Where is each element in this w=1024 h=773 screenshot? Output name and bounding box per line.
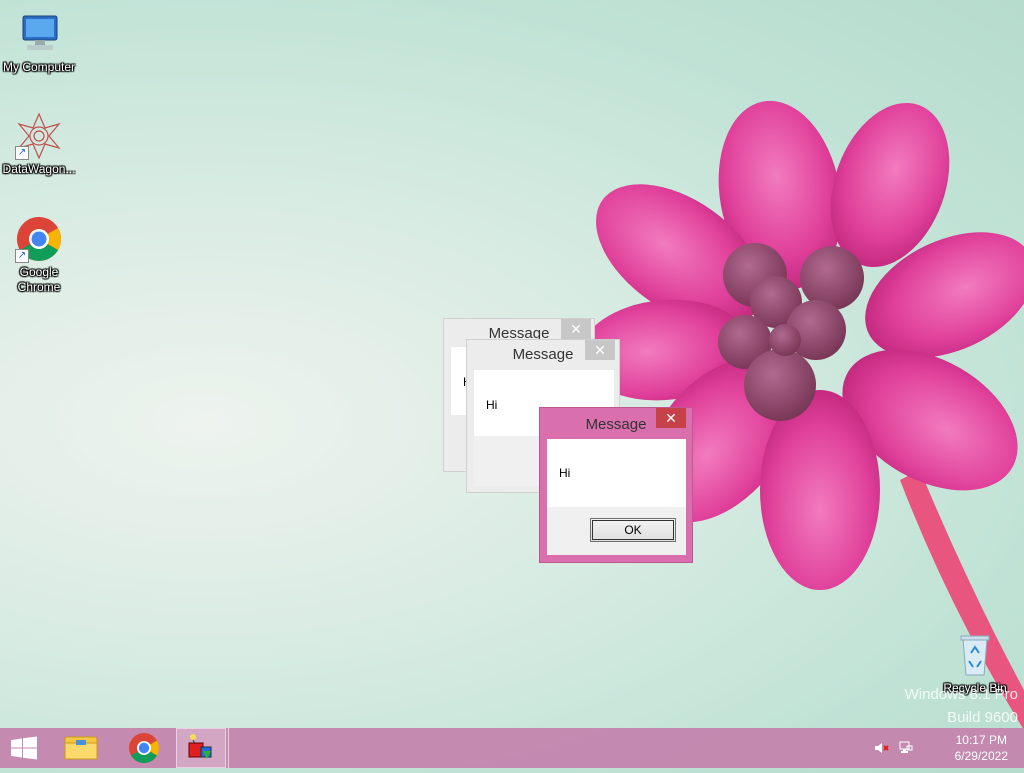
datawagon-icon: ↗ (15, 112, 63, 160)
windows-watermark: Windows 8.1 Pro Build 9600 (904, 686, 1018, 726)
desktop-icon-label: My Computer (2, 60, 76, 74)
close-icon[interactable]: ✕ (585, 340, 615, 360)
dialog-titlebar[interactable]: Message ✕ (540, 408, 692, 436)
taskbar: 10:17 PM 6/29/2022 (0, 728, 1024, 768)
dialog-body: Hi (547, 439, 686, 507)
clock-time: 10:17 PM (955, 733, 1007, 747)
chrome-icon (129, 733, 160, 764)
taskbar-app[interactable] (176, 728, 226, 768)
desktop-icon-label: DataWagon... (2, 162, 76, 176)
message-dialog-3[interactable]: Message ✕ Hi OK (539, 407, 693, 563)
desktop-icon-google-chrome[interactable]: ↗ Google Chrome (0, 215, 79, 295)
dialog-footer: OK (547, 507, 686, 555)
recycle-bin-icon (951, 631, 999, 679)
desktop-icon-datawagon[interactable]: ↗ DataWagon... (0, 112, 79, 177)
taskbar-separator (228, 728, 231, 768)
file-explorer-icon (64, 736, 98, 760)
ok-button[interactable]: OK (590, 518, 676, 542)
chrome-icon: ↗ (15, 215, 63, 263)
volume-muted-icon[interactable] (874, 740, 890, 759)
taskbar-chrome[interactable] (120, 728, 168, 768)
dialog-message: Hi (486, 398, 498, 412)
dialog-message: Hi (559, 466, 571, 480)
close-icon[interactable]: ✕ (656, 408, 686, 428)
shortcut-arrow-icon: ↗ (15, 249, 29, 263)
network-icon[interactable] (898, 740, 914, 759)
shortcut-arrow-icon: ↗ (15, 146, 29, 160)
dialog-titlebar[interactable]: Message ✕ (467, 340, 619, 368)
system-clock[interactable]: 10:17 PM 6/29/2022 (955, 732, 1008, 764)
app-icon (188, 734, 212, 759)
desktop-icon-label: Google Chrome (17, 265, 61, 294)
close-icon[interactable]: ✕ (561, 319, 591, 339)
start-icon (11, 736, 37, 760)
start-button[interactable] (0, 728, 48, 768)
computer-icon (15, 10, 63, 58)
taskbar-file-explorer[interactable] (57, 728, 105, 768)
clock-date: 6/29/2022 (954, 749, 1008, 763)
desktop-icon-my-computer[interactable]: My Computer (0, 10, 79, 75)
